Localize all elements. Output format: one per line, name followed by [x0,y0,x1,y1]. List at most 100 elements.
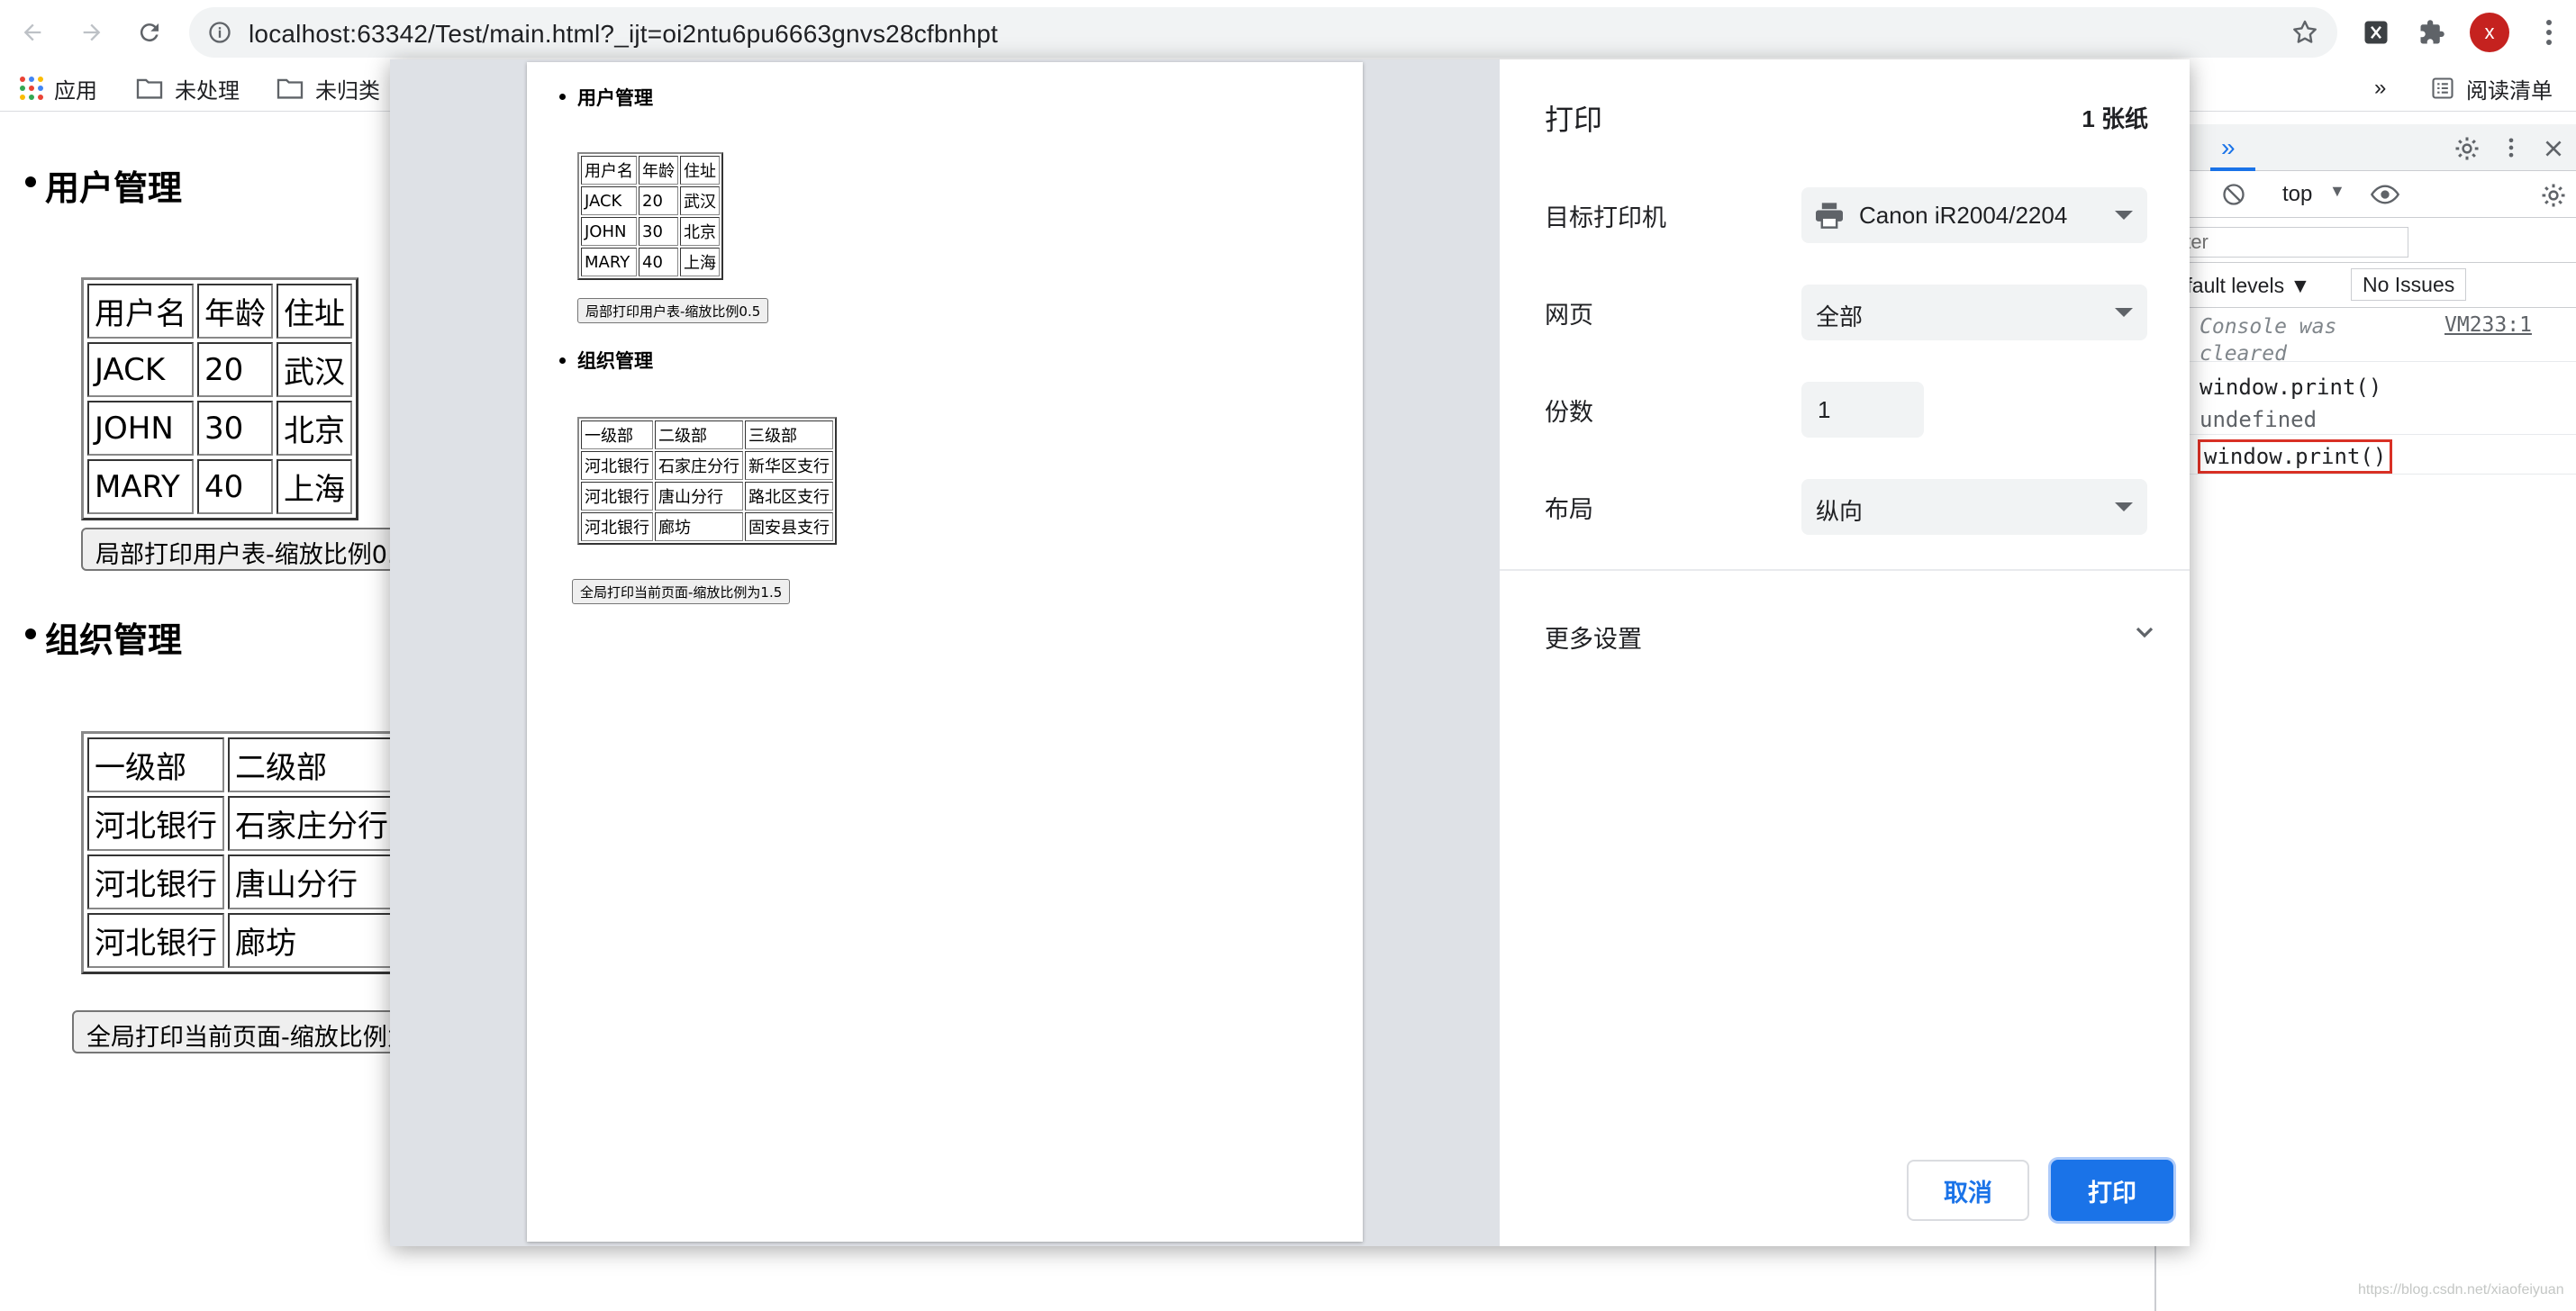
eye-icon[interactable] [2371,182,2399,207]
partial-print-button[interactable]: 局部打印用户表-缩放比例0.5 [81,528,405,571]
copies-input[interactable]: 1 [1801,382,1924,438]
browser-menu-button[interactable] [2535,14,2562,50]
table-cell: MARY [87,459,194,514]
table-cell: JOHN [581,217,637,246]
table-cell: JOHN [87,401,194,456]
watermark-text: https://blog.csdn.net/xiaofeiyuan [2358,1282,2564,1297]
table-cell: 廊坊 [655,512,743,541]
print-preview-pane: 用户管理 用户名 年龄 住址 JACK 20 武汉 JOHN 30 北京 MARY 40 上海 … [390,59,1500,1246]
preview-partial-print-button: 局部打印用户表-缩放比例0.5 [577,298,769,323]
section-title-org: 组织管理 [45,620,183,660]
console-result-line: undefined [2200,407,2317,432]
settings-divider [1500,569,2190,571]
layout-select[interactable]: 纵向 [1801,479,2147,535]
print-button[interactable]: 打印 [2051,1160,2173,1221]
table-cell: 住址 [680,156,720,185]
close-icon[interactable] [2542,137,2565,160]
clear-console-icon[interactable] [2221,182,2246,207]
preview-users-table: 用户名 年龄 住址 JACK 20 武汉 JOHN 30 北京 MARY 40 上海 [577,152,723,280]
table-cell: 30 [197,401,273,456]
table-cell: 住址 [277,284,352,339]
console-levels-row: Default levels ▼ No Issues [2156,263,2576,308]
reading-list-button[interactable]: 阅读清单 [2430,70,2553,106]
table-cell: JACK [87,342,194,397]
context-dropdown-icon: ▼ [2329,182,2345,200]
preview-section-title-org: 组织管理 [577,350,653,372]
global-print-button[interactable]: 全局打印当前页面-缩放比例为1.5 [72,1010,414,1053]
table-cell: 石家庄分行 [228,796,395,851]
issues-button[interactable]: No Issues [2351,268,2467,301]
bookmark-folder-uncategorized[interactable]: 未归类 [276,70,380,106]
preview-global-print-button: 全局打印当前页面-缩放比例为1.5 [572,579,791,604]
console-settings-gear-icon[interactable] [2540,182,2567,209]
bookmark-folder-unprocessed[interactable]: 未处理 [135,70,240,106]
dropdown-caret-icon [2115,211,2133,220]
bookmark-apps[interactable]: 应用 [20,70,97,106]
table-cell: 用户名 [87,284,194,339]
cancel-button[interactable]: 取消 [1907,1160,2029,1221]
filter-input[interactable] [2156,227,2408,258]
table-cell: 唐山分行 [655,482,743,511]
table-cell: 唐山分行 [228,854,395,909]
table-cell: 武汉 [680,186,720,215]
table-cell: 石家庄分行 [655,451,743,480]
table-cell: 河北银行 [87,854,224,909]
layout-value: 纵向 [1816,498,1864,525]
kebab-menu-icon[interactable] [2499,135,2524,160]
console-divider [2156,434,2576,435]
forward-button[interactable] [72,13,112,52]
destination-select[interactable]: Canon iR2004/2204 [1801,187,2147,243]
table-cell: 用户名 [581,156,637,185]
table-cell: 河北银行 [87,913,224,968]
table-cell: JACK [581,186,637,215]
table-cell: 河北银行 [581,482,653,511]
folder-icon [277,78,304,99]
bookmarks-overflow-button[interactable]: » [2374,70,2386,106]
table-cell: 40 [639,248,678,276]
section-title-users: 用户管理 [45,168,183,208]
info-icon[interactable] [207,20,232,45]
list-bullet [559,94,566,100]
table-cell: 三级部 [745,420,833,449]
table-cell: 20 [639,186,678,215]
print-settings-pane: 打印 1 张纸 目标打印机 Canon iR2004/2204 网页 全部 份数… [1500,59,2190,1246]
table-cell: 新华区支行 [745,451,833,480]
bookmark-star-icon[interactable] [2290,18,2319,47]
pages-select[interactable]: 全部 [1801,285,2147,340]
console-source-link[interactable]: VM233:1 [2444,313,2532,337]
table-cell: 廊坊 [228,913,395,968]
back-button[interactable] [13,13,52,52]
destination-value: Canon iR2004/2204 [1859,202,2068,229]
bookmark-label: 未处理 [175,78,240,104]
table-cell: 年龄 [197,284,273,339]
arrow-right-icon [83,23,101,41]
layout-label: 布局 [1545,496,1593,523]
dropdown-caret-icon [2115,308,2133,317]
console-filter-row [2156,218,2576,263]
sheet-count: 1 张纸 [2082,105,2148,132]
bookmark-label: 应用 [54,78,97,104]
reload-button[interactable] [130,13,169,52]
more-tabs-icon[interactable]: » [2221,133,2236,162]
table-cell: 固安县支行 [745,512,833,541]
extension-x-button[interactable] [2358,14,2394,50]
table-cell: 上海 [680,248,720,276]
address-bar[interactable]: localhost:63342/Test/main.html?_ijt=oi2n… [189,7,2337,58]
profile-avatar[interactable]: x [2470,13,2509,52]
table-cell: 北京 [277,401,352,456]
list-bullet [25,176,36,187]
more-settings-toggle[interactable]: 更多设置 [1545,619,1642,655]
extensions-button[interactable] [2414,14,2450,50]
table-cell: 20 [197,342,273,397]
chevron-down-icon[interactable] [2130,618,2159,646]
context-selector[interactable]: top [2282,182,2312,207]
table-cell: 二级部 [655,420,743,449]
console-message-cleared: Console was cleared VM233:1 [2156,308,2576,366]
gear-icon[interactable] [2454,135,2481,162]
users-table: 用户名 年龄 住址 JACK 20 武汉 JOHN 30 北京 MARY 40 上海 [81,277,358,520]
arrow-left-icon [23,23,41,41]
list-bullet [559,357,566,364]
table-cell: 二级部 [228,737,395,792]
table-cell: 河北银行 [581,451,653,480]
bookmark-label: 未归类 [315,78,380,104]
